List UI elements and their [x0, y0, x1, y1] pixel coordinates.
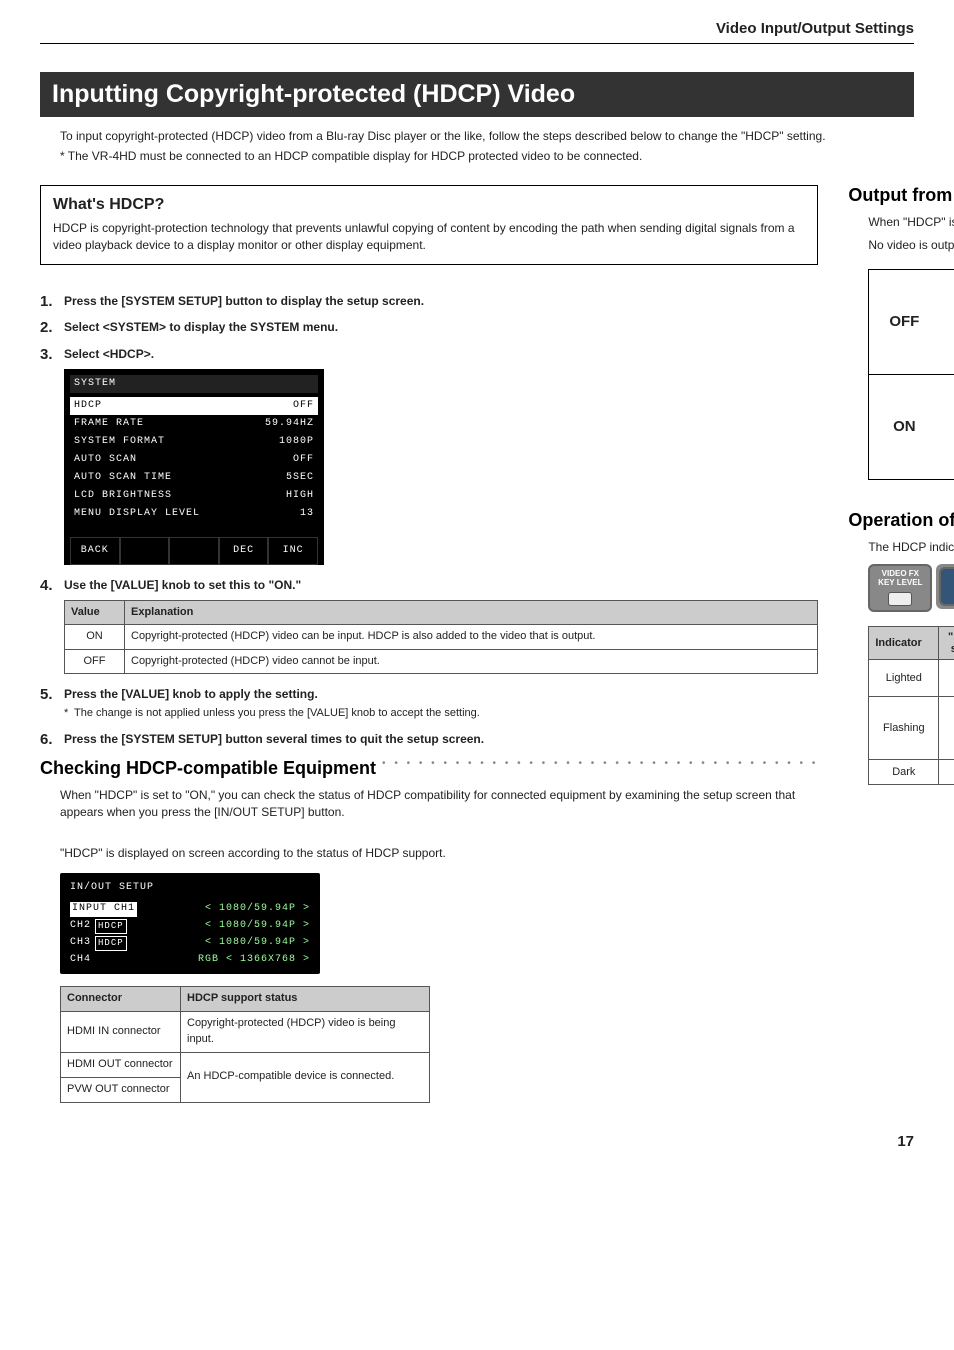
- system-menu-row: SYSTEM FORMAT1080p: [70, 433, 318, 451]
- diagram-off-part: OFF RGB/COMPONENTUSB 3.0HDMI OUTPVW OUT: [869, 270, 954, 375]
- system-menu-footer-button: BACK: [70, 537, 120, 565]
- op-setting-cell: ON: [939, 659, 954, 696]
- step-2: Select <SYSTEM> to display the SYSTEM me…: [64, 320, 338, 334]
- system-menu-screenshot: SYSTEM HDCPOFFFRAME RATE59.94HzSYSTEM FO…: [64, 369, 324, 565]
- inout-channel-row: CH4RGB < 1366x768 >: [66, 952, 314, 969]
- value-cell: OFF: [65, 649, 125, 673]
- connector-header: Connector: [61, 987, 181, 1012]
- diagram-off-label: OFF: [869, 270, 939, 374]
- step-5: Press the [VALUE] knob to apply the sett…: [64, 687, 318, 701]
- explanation-cell: Copyright-protected (HDCP) video cannot …: [125, 649, 818, 673]
- hdmi-out-status: An HDCP-compatible device is connected.: [181, 1052, 430, 1102]
- op-indicator-cell: Dark: [869, 759, 939, 784]
- system-menu-footer-button: INC: [268, 537, 318, 565]
- hdcp-indicator-illustration: VIDEO FX KEY LEVEL HDCP FREEZE: [868, 564, 954, 612]
- op-setting-cell: OFF: [939, 759, 954, 784]
- diagram-connector-row: HDMI OUT: [939, 324, 954, 349]
- diagram-connector-row: USB 3.0: [939, 297, 954, 324]
- system-menu-footer-button: [120, 537, 170, 565]
- hdcp-tag: HDCP: [95, 919, 127, 934]
- inout-channel-row: INPUT CH1 < 1080/59.94p >: [66, 901, 314, 918]
- hdmi-in-cell: HDMI IN connector: [61, 1012, 181, 1053]
- diagram-connector-row: RGB/COMPONENT: [939, 270, 954, 297]
- diagram-connector-row: RGB/COMPONENT: [939, 375, 954, 402]
- pvw-out-cell: PVW OUT connector: [61, 1077, 181, 1102]
- diagram-connector-row: PVW OUT: [939, 349, 954, 374]
- output-diagram: OFF RGB/COMPONENTUSB 3.0HDMI OUTPVW OUT …: [868, 269, 954, 480]
- videofx-knob-icon: [888, 592, 912, 606]
- hdcp-support-table: Connector HDCP support status HDMI IN co…: [60, 986, 430, 1103]
- explanation-cell: Copyright-protected (HDCP) video can be …: [125, 625, 818, 649]
- system-menu-title: SYSTEM: [70, 375, 318, 393]
- system-menu-row: HDCPOFF: [70, 397, 318, 415]
- value-header: Value: [65, 600, 125, 624]
- diagram-connector-row: USB 3.0: [939, 402, 954, 429]
- step-4: Use the [VALUE] knob to set this to "ON.…: [64, 578, 301, 592]
- diagram-on-part: ON RGB/COMPONENTUSB 3.0HDMI OUTPVW OUT: [869, 375, 954, 479]
- system-menu-row: FRAME RATE59.94Hz: [70, 415, 318, 433]
- output-heading-row: Output from Connectors: [848, 185, 954, 206]
- whats-hdcp-body: HDCP is copyright-protection technology …: [53, 220, 805, 254]
- diagram-connector-row: HDMI OUT: [939, 429, 954, 454]
- operation-heading-row: Operation of the HDCP indicator: [848, 510, 954, 531]
- hdcp-tag: HDCP: [95, 936, 127, 951]
- inout-title: IN/OUT SETUP: [66, 879, 314, 898]
- step-1: Press the [SYSTEM SETUP] button to displ…: [64, 294, 424, 308]
- step-3: Select <HDCP>.: [64, 347, 154, 361]
- setup-steps: Press the [SYSTEM SETUP] button to displ…: [40, 293, 818, 748]
- output-heading: Output from Connectors: [848, 185, 954, 206]
- checking-heading-row: Checking HDCP-compatible Equipment: [40, 758, 818, 779]
- page-number: 17: [40, 1133, 914, 1150]
- videofx-indicator: VIDEO FX KEY LEVEL: [868, 564, 932, 612]
- op-indicator-cell: Lighted: [869, 659, 939, 696]
- whats-hdcp-title: What's HDCP?: [53, 196, 805, 214]
- section-header: Video Input/Output Settings: [40, 20, 914, 44]
- diagram-connector-row: PVW OUT: [939, 454, 954, 479]
- section-title: Video Input/Output Settings: [40, 20, 914, 37]
- value-cell: ON: [65, 625, 125, 649]
- support-status-header: HDCP support status: [181, 987, 430, 1012]
- explanation-header: Explanation: [125, 600, 818, 624]
- checking-body-2: "HDCP" is displayed on screen according …: [60, 845, 818, 862]
- whats-hdcp-box: What's HDCP? HDCP is copyright-protectio…: [40, 185, 818, 265]
- diagram-on-label: ON: [869, 375, 939, 479]
- op-setting-cell: ON: [939, 696, 954, 759]
- output-body-2: No video is output via the RGB/COMPONENT…: [868, 237, 954, 254]
- op-indicator-header: Indicator: [869, 626, 939, 659]
- inout-channel-row: CH3HDCP < 1080/59.94p >: [66, 935, 314, 952]
- value-explanation-table: Value Explanation ONCopyright-protected …: [64, 600, 818, 674]
- intro-line-1: To input copyright-protected (HDCP) vide…: [60, 127, 894, 145]
- step-5-note: The change is not applied unless you pre…: [64, 706, 818, 721]
- hdmi-in-status: Copyright-protected (HDCP) video is bein…: [181, 1012, 430, 1053]
- page-title: Inputting Copyright-protected (HDCP) Vid…: [40, 72, 914, 117]
- operation-heading: Operation of the HDCP indicator: [848, 510, 954, 531]
- hdcp-indicator: HDCP: [939, 567, 954, 606]
- inout-channel-row: CH2HDCP < 1080/59.94p >: [66, 918, 314, 935]
- hdmi-out-cell: HDMI OUT connector: [61, 1052, 181, 1077]
- system-menu-row: AUTO SCAN TIME5sec: [70, 469, 318, 487]
- op-indicator-cell: Flashing: [869, 696, 939, 759]
- output-body-1: When "HDCP" is set to "ON," video is out…: [868, 214, 954, 231]
- system-menu-row: LCD BRIGHTNESSHIGH: [70, 487, 318, 505]
- inout-setup-screenshot: IN/OUT SETUP INPUT CH1 < 1080/59.94p >CH…: [60, 873, 320, 975]
- operation-body: The HDCP indicator operates as follows, …: [868, 539, 954, 556]
- system-menu-footer-button: DEC: [219, 537, 269, 565]
- intro-line-2: * The VR-4HD must be connected to an HDC…: [60, 147, 894, 165]
- system-menu-row: AUTO SCANOFF: [70, 451, 318, 469]
- system-menu-footer-button: [169, 537, 219, 565]
- left-column: What's HDCP? HDCP is copyright-protectio…: [40, 185, 818, 1103]
- checking-body-1: When "HDCP" is set to "ON," you can chec…: [60, 787, 818, 822]
- checking-heading: Checking HDCP-compatible Equipment: [40, 758, 376, 779]
- intro-block: To input copyright-protected (HDCP) vide…: [40, 127, 914, 165]
- op-setting-header: "HDCP" setting: [939, 626, 954, 659]
- step-6: Press the [SYSTEM SETUP] button several …: [64, 732, 484, 746]
- system-menu-row: MENU DISPLAY LEVEL13: [70, 505, 318, 523]
- right-column: Output from Connectors When "HDCP" is se…: [848, 185, 954, 1103]
- hdcp-operation-table: Indicator "HDCP" setting Connection stat…: [868, 626, 954, 785]
